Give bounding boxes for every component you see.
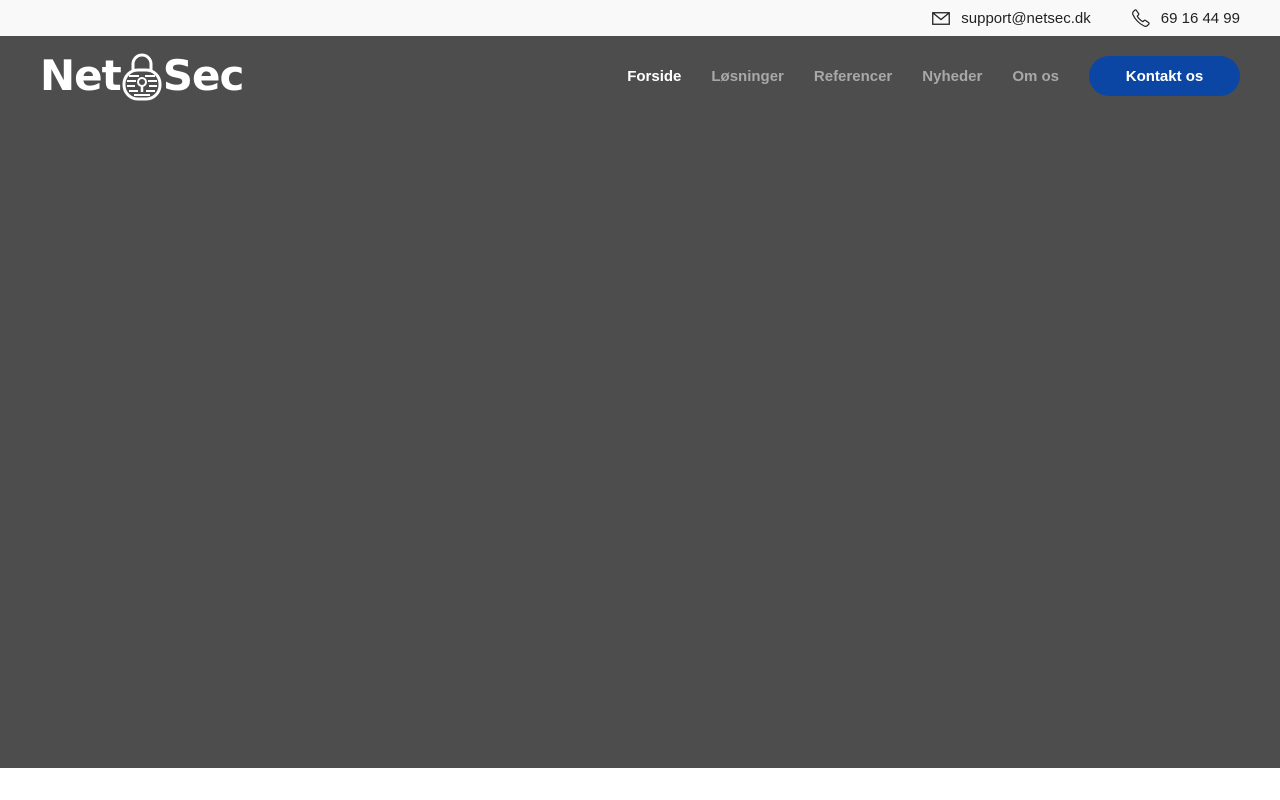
padlock-icon — [122, 51, 162, 101]
nav-item-om-os[interactable]: Om os — [1012, 68, 1059, 85]
contact-us-button[interactable]: Kontakt os — [1089, 56, 1240, 96]
nav-item-nyheder[interactable]: Nyheder — [922, 68, 982, 85]
hero-section: Net Sec Forside Løsninger Referencer Nyh… — [0, 36, 1280, 768]
nav-item-forside[interactable]: Forside — [627, 68, 681, 85]
logo-text-sec: Sec — [162, 51, 245, 100]
nav-item-referencer[interactable]: Referencer — [814, 68, 892, 85]
top-contact-bar: support@netsec.dk 69 16 44 99 — [0, 0, 1280, 36]
email-link[interactable]: support@netsec.dk — [961, 10, 1090, 27]
nav-item-losninger[interactable]: Løsninger — [711, 68, 784, 85]
netsec-logo[interactable]: Net Sec — [40, 50, 245, 102]
phone-link[interactable]: 69 16 44 99 — [1161, 10, 1240, 27]
mail-icon — [932, 11, 951, 25]
email-contact[interactable]: support@netsec.dk — [932, 10, 1091, 27]
main-navigation: Forside Løsninger Referencer Nyheder Om … — [627, 56, 1240, 96]
phone-contact[interactable]: 69 16 44 99 — [1131, 9, 1240, 27]
logo-text-net: Net — [40, 51, 122, 100]
phone-icon — [1131, 9, 1150, 27]
